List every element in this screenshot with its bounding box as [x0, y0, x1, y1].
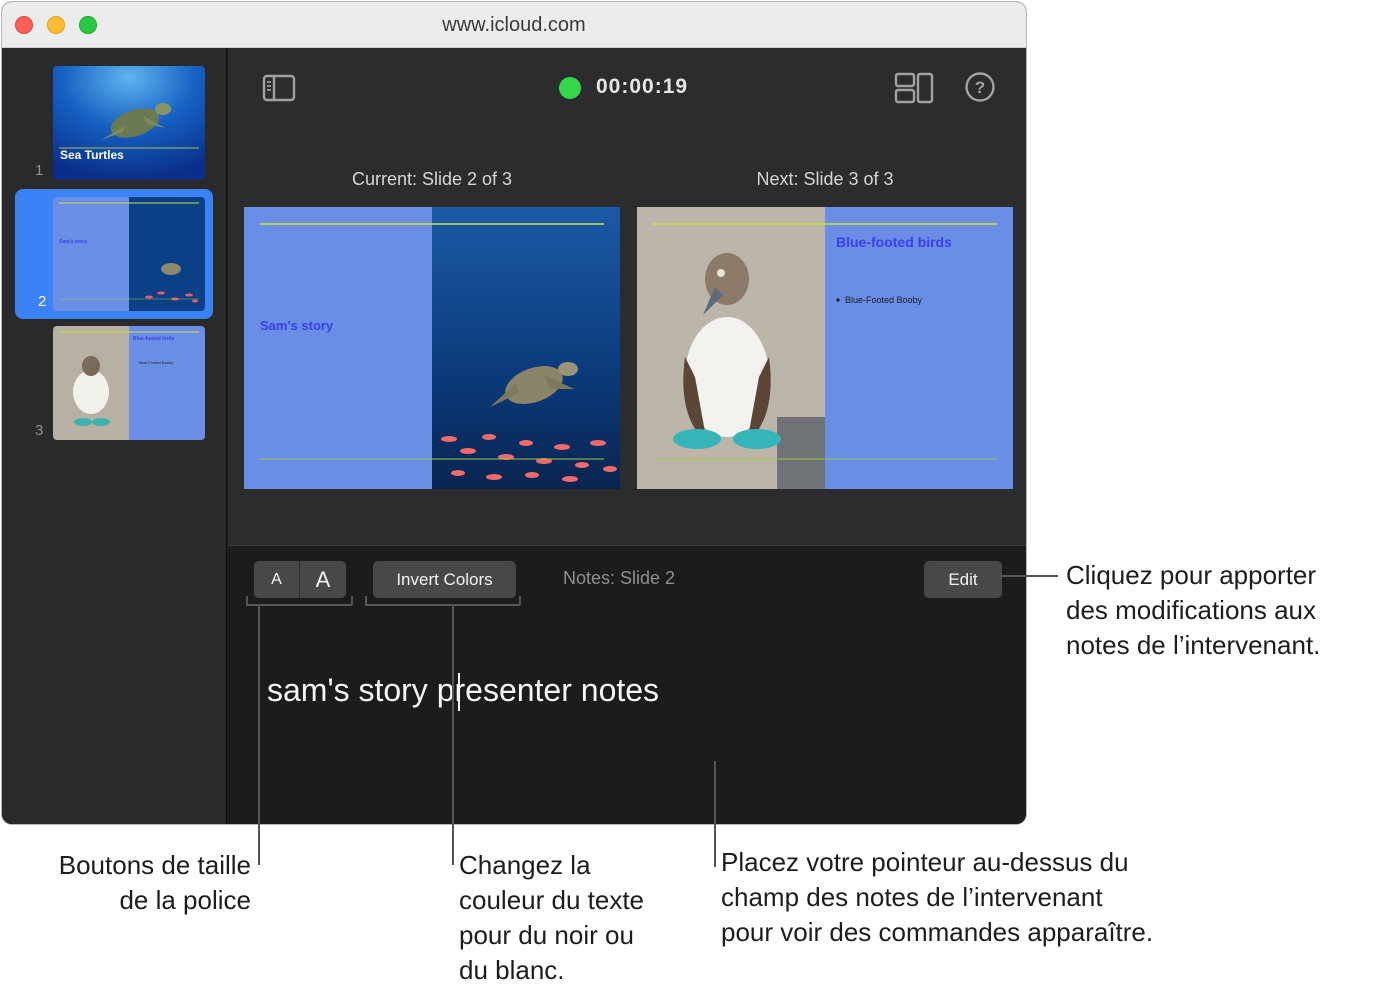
next-slide-title: Blue-footed birds	[836, 234, 952, 250]
next-slide-preview: Blue-footed birds Blue-Footed Booby	[637, 207, 1013, 489]
slide-2-title: Sam's story	[59, 239, 88, 245]
callout-edit: Cliquez pour apporter des modifications …	[1066, 558, 1320, 663]
callout-invert-line-2: couleur du texte	[459, 885, 645, 915]
callout-line-invert	[452, 605, 454, 865]
callout-bracket-font	[246, 604, 352, 606]
callout-edit-line-3: notes de l’intervenant.	[1066, 630, 1321, 660]
callout-notes-line-1: Placez votre pointeur au-dessus du	[721, 847, 1129, 877]
slide-3-title: Blue-footed birds	[133, 336, 175, 342]
callout-font-line-1: Boutons de taille	[58, 850, 251, 880]
presenter-notes-text[interactable]: sam's story presenter notes	[267, 672, 659, 709]
slide-navigator: 1 Sea Turtles 2 Sam's story 3 Blue-foote…	[2, 48, 227, 824]
callout-font-size: Boutons de taille de la police	[20, 848, 251, 918]
presenter-notes-panel[interactable]: A A Invert Colors Notes: Slide 2 Edit sa…	[228, 545, 1026, 824]
notes-slide-label: Notes: Slide 2	[563, 568, 676, 588]
callout-notes-line-3: pour voir des commandes apparaître.	[721, 917, 1154, 947]
current-slide-graphic	[244, 207, 620, 489]
invert-colors-button[interactable]: Invert Colors	[373, 561, 516, 598]
presentation-timer[interactable]: 00:00:19	[596, 75, 688, 99]
callout-notes-line-2: champ des notes de l’intervenant	[721, 882, 1103, 912]
callout-font-line-2: de la police	[119, 885, 251, 915]
slide-thumbnail-image: Sam's story	[53, 197, 205, 311]
callout-bracket-font-left	[246, 596, 248, 605]
callout-line-notes	[714, 761, 716, 867]
callout-line-edit	[1000, 575, 1058, 577]
increase-font-button[interactable]: A	[300, 561, 346, 598]
sidebar-toggle-icon[interactable]	[262, 74, 296, 102]
callout-notes-field: Placez votre pointeur au-dessus du champ…	[721, 845, 1153, 950]
timer-status-dot	[559, 77, 581, 99]
next-slide-graphic	[637, 207, 1013, 489]
current-slide-title: Sam's story	[260, 318, 334, 333]
next-slide-label: Next: Slide 3 of 3	[756, 169, 894, 189]
slide-thumbnail-3[interactable]: 3 Blue-footed birds Blue-Footed Booby	[2, 326, 227, 446]
callout-invert-line-1: Changez la	[459, 850, 591, 880]
callout-bracket-invert	[365, 604, 520, 606]
slide-thumbnail-1[interactable]: 1 Sea Turtles	[2, 66, 227, 186]
slide-3-bullet: Blue-Footed Booby	[139, 360, 174, 365]
current-slide-preview: Sam's story	[244, 207, 620, 489]
slide-number: 2	[38, 293, 47, 310]
callout-invert-colors: Changez la couleur du texte pour du noir…	[459, 848, 644, 988]
callout-invert-line-4: du blanc.	[459, 955, 565, 985]
slide-thumbnail-image: Sea Turtles	[53, 66, 205, 180]
next-slide-bullet: Blue-Footed Booby	[845, 295, 923, 305]
svg-text:?: ?	[975, 78, 985, 97]
callout-edit-line-2: des modifications aux	[1066, 595, 1317, 625]
layout-icon[interactable]	[894, 72, 936, 104]
slide-number: 3	[35, 422, 44, 439]
edit-notes-button[interactable]: Edit	[924, 561, 1002, 598]
slide-2-preview	[53, 197, 205, 311]
current-slide-label: Current: Slide 2 of 3	[351, 169, 513, 189]
callout-bracket-invert-right	[519, 596, 521, 605]
callout-bracket-font-right	[351, 596, 353, 605]
presenter-view: 00:00:19 ? Current: Slide 2 of 3 Next: S…	[228, 48, 1026, 545]
callout-invert-line-3: pour du noir ou	[459, 920, 634, 950]
slide-1-title: Sea Turtles	[60, 148, 124, 162]
title-bar: www.icloud.com	[2, 2, 1026, 48]
callout-edit-line-1: Cliquez pour apporter	[1066, 560, 1317, 590]
text-cursor	[458, 673, 460, 711]
help-icon[interactable]: ?	[964, 71, 996, 103]
decrease-font-button[interactable]: A	[254, 561, 300, 598]
url-text: www.icloud.com	[442, 14, 586, 36]
font-size-control: A A	[254, 561, 346, 598]
slide-number: 1	[35, 162, 44, 179]
slide-thumbnail-2[interactable]: 2 Sam's story	[2, 189, 227, 319]
browser-window: www.icloud.com 1 Sea Turtles 2 Sam's sto…	[1, 1, 1027, 825]
callout-line-font	[258, 605, 260, 865]
callout-bracket-invert-left	[365, 596, 367, 605]
sea-turtle-image	[53, 66, 205, 180]
slide-3-preview	[53, 326, 205, 440]
slide-thumbnail-image: Blue-footed birds Blue-Footed Booby	[53, 326, 205, 440]
